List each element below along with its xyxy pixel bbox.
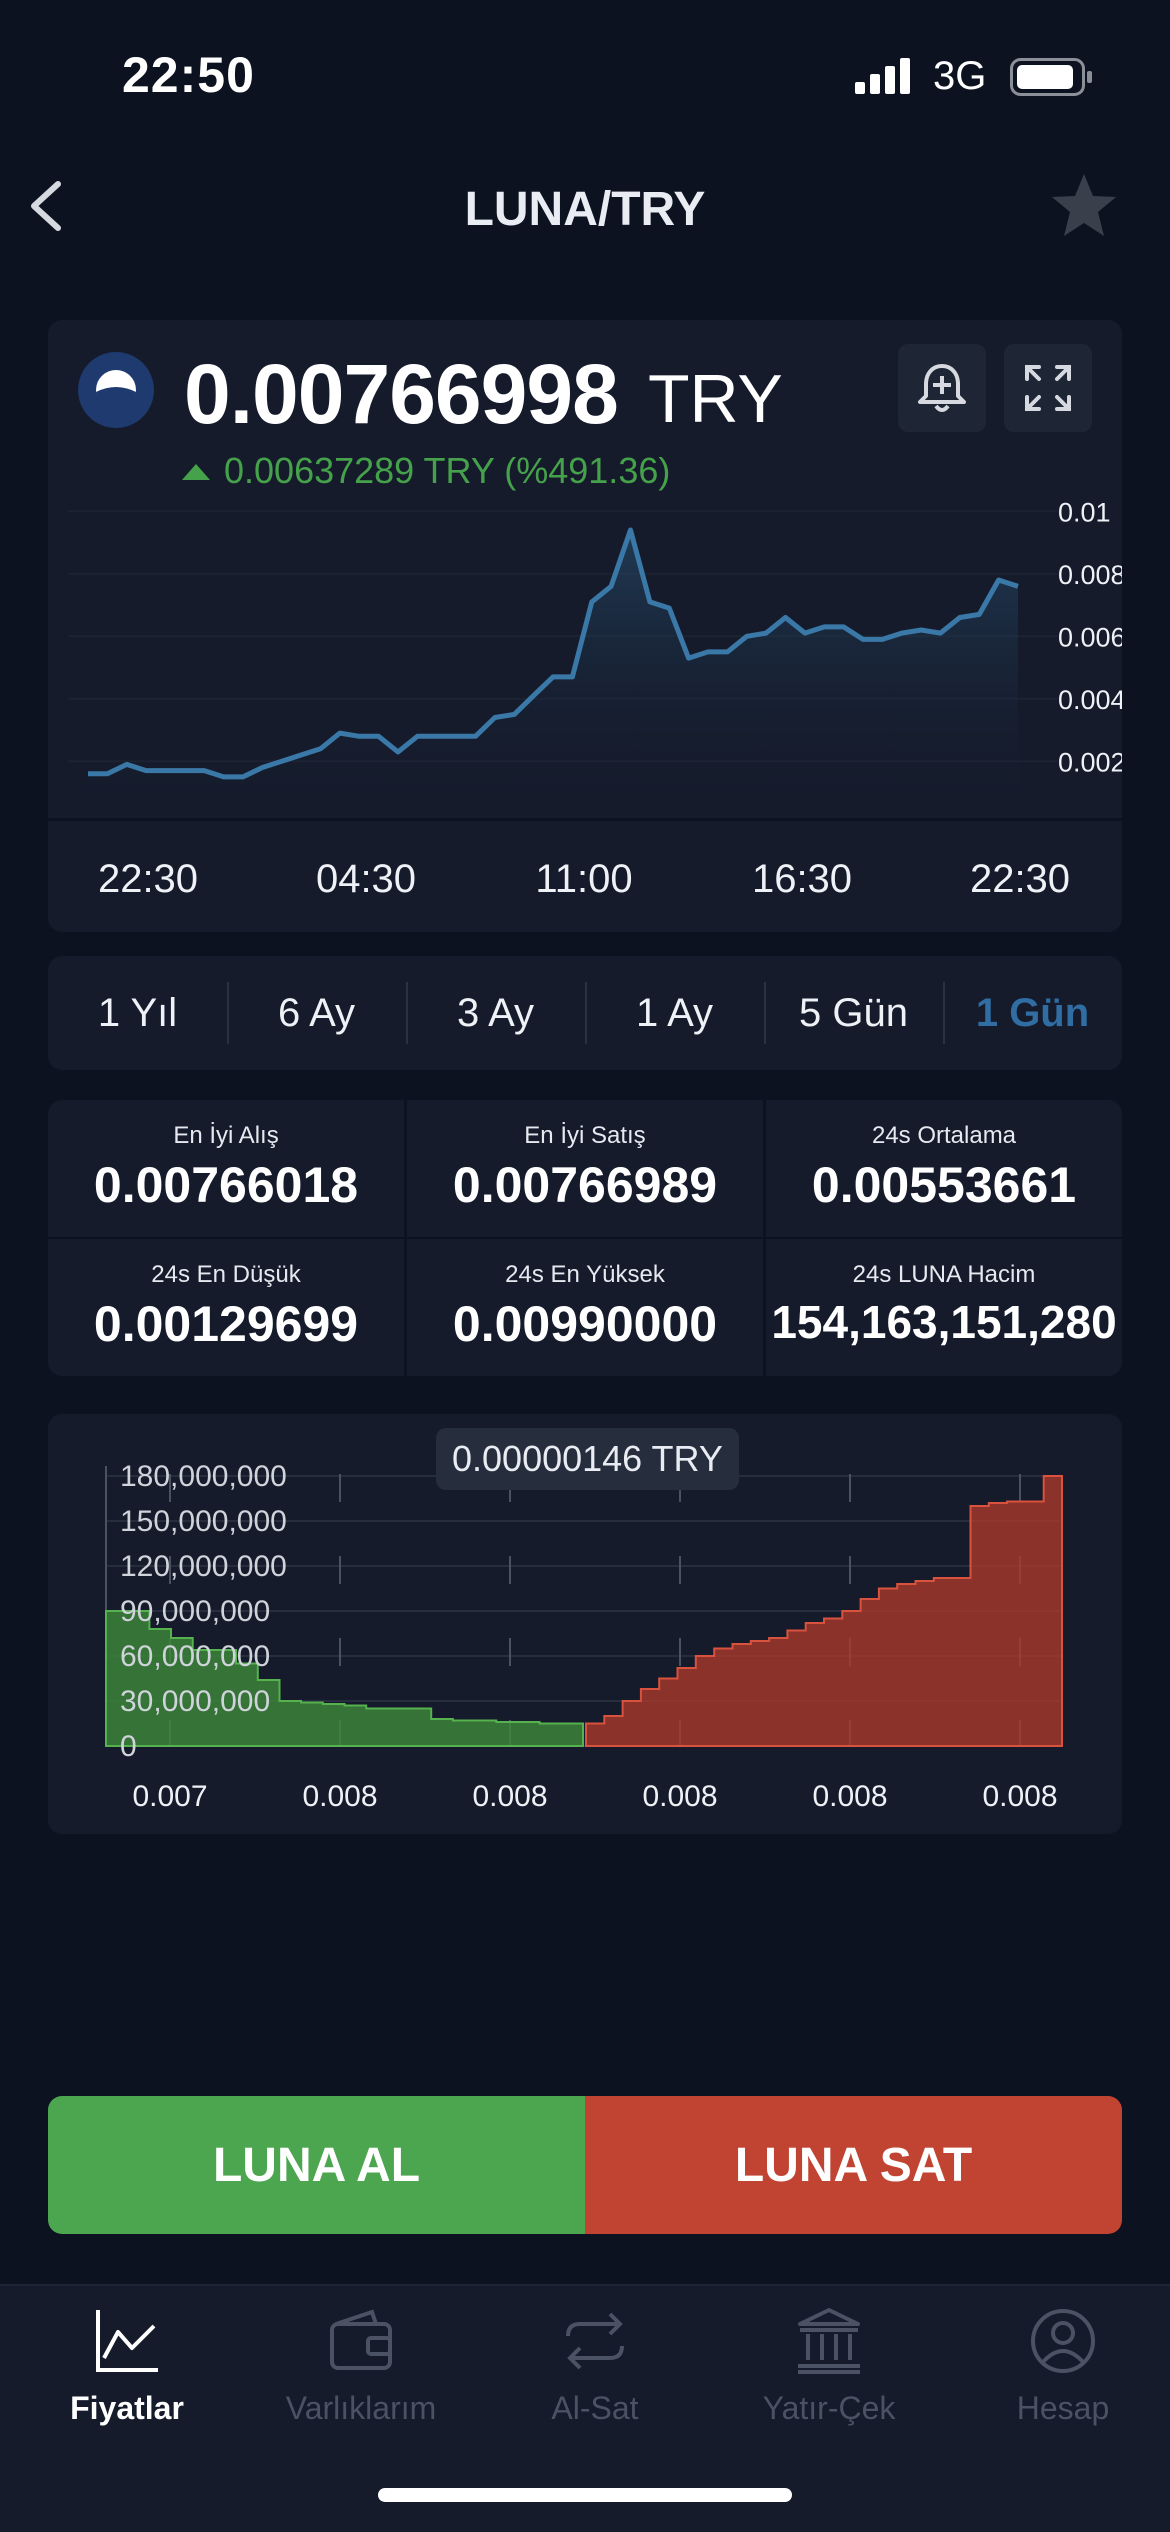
depth-card: 180,000,000 150,000,000 120,000,000 90,000,… bbox=[48, 1414, 1122, 1834]
stat-value: 0.00766018 bbox=[93, 1157, 359, 1213]
fullscreen-button[interactable] bbox=[1004, 344, 1092, 432]
range-6-ay[interactable]: 6 Ay bbox=[227, 956, 406, 1070]
signal-icon bbox=[855, 58, 910, 94]
stat-value: 154,163,151,280 bbox=[771, 1296, 1117, 1348]
y-tick-label: 150,000,000 bbox=[120, 1505, 287, 1538]
arrow-up-icon bbox=[182, 464, 210, 480]
tab-label: Al-Sat bbox=[551, 2390, 639, 2426]
stat-value: 0.00129699 bbox=[93, 1296, 359, 1352]
stat-label: 24s En Yüksek bbox=[505, 1261, 665, 1288]
stat-cell: 24s LUNA Hacim 154,163,151,280 bbox=[766, 1239, 1122, 1376]
tab-label: Varlıklarım bbox=[285, 2390, 437, 2426]
stat-value: 0.00553661 bbox=[811, 1157, 1077, 1213]
bank-icon bbox=[798, 2308, 860, 2374]
x-tick-label: 0.008 bbox=[302, 1780, 377, 1813]
status-time: 22:50 bbox=[122, 47, 255, 103]
x-tick-label: 0.008 bbox=[472, 1780, 547, 1813]
market-stats: En İyi Alış 0.00766018 En İyi Satış 0.00766… bbox=[48, 1100, 1122, 1376]
stat-label: En İyi Alış bbox=[173, 1122, 279, 1149]
x-tick-label: 0.008 bbox=[642, 1780, 717, 1813]
bell-plus-icon bbox=[918, 364, 966, 412]
y-tick-label: 0 bbox=[120, 1730, 137, 1763]
range-1-gün[interactable]: 1 Gün bbox=[943, 956, 1122, 1070]
stat-cell: 24s Ortalama 0.00553661 bbox=[766, 1100, 1122, 1237]
y-tick-label: 0.002 bbox=[1058, 747, 1122, 777]
exchange-arrows-icon bbox=[566, 2312, 624, 2370]
y-tick-label: 60,000,000 bbox=[120, 1640, 270, 1673]
range-5-gün[interactable]: 5 Gün bbox=[764, 956, 943, 1070]
price-alarm-button[interactable] bbox=[898, 344, 986, 432]
tab-varliklarim[interactable]: Varlıklarım bbox=[244, 2306, 478, 2427]
range-1-ay[interactable]: 1 Ay bbox=[585, 956, 764, 1070]
luna-logo-icon bbox=[78, 352, 154, 428]
expand-icon bbox=[1025, 365, 1071, 411]
range-selector: 1 Yıl 6 Ay 3 Ay 1 Ay 5 Gün 1 Gün bbox=[48, 956, 1122, 1070]
time-axis: 22:30 04:30 11:00 16:30 22:30 bbox=[48, 818, 1122, 932]
stat-label: 24s En Düşük bbox=[151, 1261, 301, 1288]
stat-cell: En İyi Satış 0.00766989 bbox=[407, 1100, 763, 1237]
tab-al-sat[interactable]: Al-Sat bbox=[478, 2306, 712, 2427]
time-label: 04:30 bbox=[315, 857, 417, 901]
time-label: 22:30 bbox=[969, 857, 1071, 901]
star-icon[interactable] bbox=[1048, 170, 1120, 242]
y-tick-label: 0.008 bbox=[1058, 560, 1122, 590]
depth-tooltip: 0.00000146 TRY bbox=[436, 1428, 739, 1490]
trade-actions: LUNA AL LUNA SAT bbox=[48, 2096, 1122, 2234]
stat-label: 24s Ortalama bbox=[871, 1122, 1017, 1149]
network-type: 3G bbox=[933, 54, 987, 98]
stat-value: 0.00766989 bbox=[452, 1157, 718, 1213]
stat-cell: En İyi Alış 0.00766018 bbox=[48, 1100, 404, 1237]
price-currency: TRY bbox=[648, 361, 783, 437]
price-line-chart[interactable]: 0.01 0.008 0.006 0.004 0.002 bbox=[48, 495, 1122, 815]
stat-label: En İyi Satış bbox=[524, 1122, 646, 1149]
stat-cell: 24s En Yüksek 0.00990000 bbox=[407, 1239, 763, 1376]
x-tick-label: 0.008 bbox=[812, 1780, 887, 1813]
y-tick-label: 0.01 bbox=[1058, 497, 1111, 527]
y-tick-label: 30,000,000 bbox=[120, 1685, 270, 1718]
range-1-yıl[interactable]: 1 Yıl bbox=[48, 956, 227, 1070]
user-circle-icon bbox=[1031, 2309, 1095, 2373]
page-title: LUNA/TRY bbox=[464, 183, 706, 236]
y-tick-label: 0.006 bbox=[1058, 622, 1122, 652]
stat-value: 0.00990000 bbox=[452, 1296, 718, 1352]
price-change: 0.00637289 TRY (%491.36) bbox=[182, 450, 670, 492]
nav-bar: LUNA/TRY bbox=[0, 160, 1170, 252]
tab-yatir-cek[interactable]: Yatır-Çek bbox=[712, 2306, 946, 2427]
y-tick-label: 0.004 bbox=[1058, 685, 1122, 715]
x-tick-label: 0.007 bbox=[132, 1780, 207, 1813]
buy-button[interactable]: LUNA AL bbox=[48, 2096, 585, 2234]
sell-button[interactable]: LUNA SAT bbox=[585, 2096, 1122, 2234]
tab-label: Fiyatlar bbox=[70, 2390, 184, 2426]
status-bar: 22:50 3G bbox=[0, 0, 1170, 150]
y-tick-label: 120,000,000 bbox=[120, 1550, 287, 1583]
price-change-value: 0.00637289 TRY (%491.36) bbox=[224, 450, 671, 491]
stat-label: 24s LUNA Hacim bbox=[852, 1261, 1036, 1288]
chart-line-icon bbox=[96, 2310, 158, 2372]
x-tick-label: 0.008 bbox=[982, 1780, 1057, 1813]
range-3-ay[interactable]: 3 Ay bbox=[406, 956, 585, 1070]
tab-label: Hesap bbox=[1016, 2390, 1110, 2426]
battery-icon bbox=[1010, 58, 1092, 96]
y-tick-label: 180,000,000 bbox=[120, 1460, 287, 1493]
price-value: 0.00766998 bbox=[184, 347, 619, 441]
home-indicator bbox=[378, 2488, 792, 2502]
price-card: 0.00766998 TRY 0.00637289 TRY (%491.36) bbox=[48, 320, 1122, 932]
bid-depth-area bbox=[105, 1610, 584, 1747]
tab-label: Yatır-Çek bbox=[762, 2390, 896, 2426]
tab-fiyatlar[interactable]: Fiyatlar bbox=[10, 2306, 244, 2427]
tab-hesap[interactable]: Hesap bbox=[946, 2306, 1170, 2427]
time-label: 16:30 bbox=[751, 857, 853, 901]
wallet-icon bbox=[330, 2309, 392, 2370]
time-label: 11:00 bbox=[535, 857, 633, 901]
time-label: 22:30 bbox=[97, 857, 199, 901]
stat-cell: 24s En Düşük 0.00129699 bbox=[48, 1239, 404, 1376]
y-tick-label: 90,000,000 bbox=[120, 1595, 270, 1628]
